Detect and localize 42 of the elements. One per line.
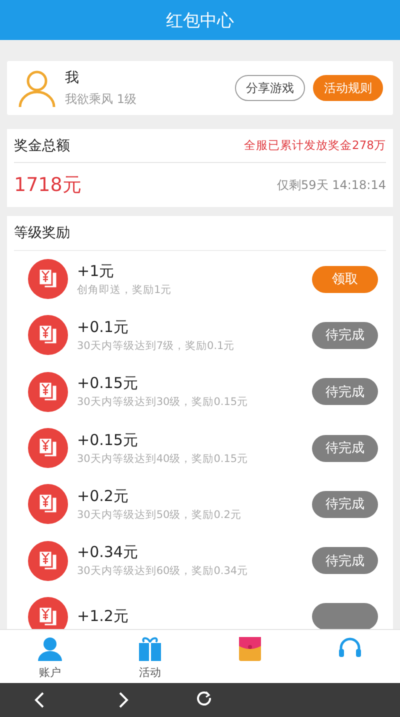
gift-icon[interactable] <box>137 636 163 662</box>
money-envelope-icon <box>28 372 68 412</box>
reward-description: 30天内等级达到7级，奖励0.1元 <box>77 338 236 353</box>
reward-description: 创角即送，奖励1元 <box>77 282 173 297</box>
pending-button[interactable]: 待完成 <box>312 322 378 349</box>
money-envelope-icon <box>28 315 68 356</box>
person-icon[interactable] <box>37 636 63 662</box>
user-icon <box>17 68 57 108</box>
reward-description: 30天内等级达到40级，奖励0.15元 <box>77 452 250 466</box>
reward-description: 30天内等级达到60级，奖励0.34元 <box>77 564 250 578</box>
section-title: 等级奖励 <box>14 224 70 242</box>
reward-amount: +0.1元 <box>77 318 130 337</box>
reward-amount: +0.34元 <box>77 543 139 562</box>
reward-description: 30天内等级达到50级，奖励0.2元 <box>77 508 242 522</box>
money-envelope-icon <box>28 428 68 468</box>
reward-amount: +0.15元 <box>77 374 139 394</box>
total-issued-text: 全服已累计发放奖金278万 <box>244 138 386 153</box>
countdown-text: 仅剩59天 14:18:14 <box>277 176 386 194</box>
pending-button[interactable] <box>312 603 378 629</box>
bonus-amount: 1718元 <box>14 173 82 198</box>
tab-label[interactable]: 账户 <box>39 665 61 680</box>
pending-button[interactable]: 待完成 <box>312 378 378 406</box>
reward-amount: +1.2元 <box>77 607 130 626</box>
reward-amount: +0.2元 <box>77 486 130 506</box>
claim-button[interactable]: 领取 <box>312 266 378 293</box>
money-envelope-icon <box>28 259 68 300</box>
user-name: 我 <box>65 68 80 86</box>
user-level: 我欲乘风 1级 <box>65 90 138 108</box>
reward-amount: +0.15元 <box>77 430 139 450</box>
pending-button[interactable]: 待完成 <box>312 547 378 574</box>
money-envelope-icon <box>28 484 68 524</box>
rules-button[interactable]: 活动规则 <box>313 75 383 101</box>
pending-button[interactable]: 待完成 <box>312 434 378 462</box>
pending-button[interactable]: 待完成 <box>312 490 378 518</box>
envelope-icon[interactable] <box>237 636 263 662</box>
share-button[interactable]: 分享游戏 <box>235 75 305 101</box>
tab-label[interactable]: 活动 <box>139 665 161 680</box>
reward-amount: +1元 <box>77 262 116 281</box>
section-title: 奖金总额 <box>14 136 70 154</box>
reward-description: 30天内等级达到30级，奖励0.15元 <box>77 395 250 410</box>
money-envelope-icon <box>28 540 68 581</box>
header-title: 红包中心 <box>166 10 234 32</box>
